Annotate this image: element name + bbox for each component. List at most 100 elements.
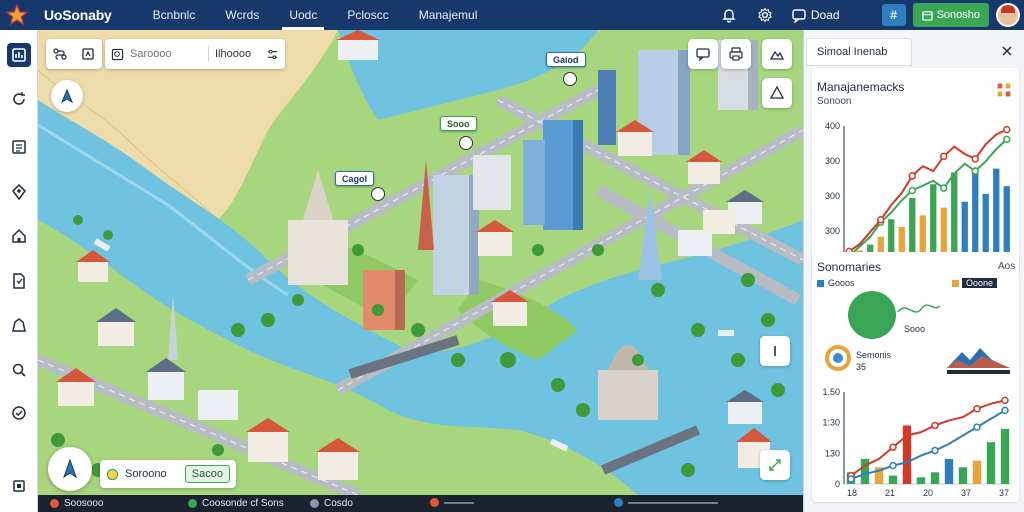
print-button[interactable]	[721, 39, 751, 69]
y-tick-label: 300	[825, 156, 840, 166]
report-icon	[12, 140, 26, 154]
sidebar-item-approvals[interactable]	[7, 401, 31, 425]
line-point	[908, 172, 916, 180]
sidebar-item-documents[interactable]	[7, 269, 31, 293]
sliders-icon[interactable]	[266, 48, 279, 61]
comment-button[interactable]	[688, 39, 718, 69]
document-icon	[13, 273, 25, 289]
refresh-icon	[13, 92, 25, 105]
panel-tab[interactable]: Simoal Inenab	[806, 38, 912, 66]
close-icon[interactable]	[1000, 44, 1014, 58]
search-action-button[interactable]: Sonosho	[912, 3, 989, 27]
map-label-2[interactable]: Sooo	[440, 116, 477, 131]
y-tick-label: 0	[835, 479, 840, 489]
series-line	[850, 399, 1006, 477]
top-bar: UoSonaby Bcnbnlc Wcrds Uodc Pcloscc Mana…	[0, 0, 1024, 30]
summaries-chart: 1.50 1:30 130 0 18 21 20 37 37	[822, 387, 1012, 498]
status-item-2[interactable]: Coosonde cf Sons	[188, 498, 284, 509]
document-menu[interactable]: Doad	[791, 7, 840, 23]
left-sidebar	[0, 30, 38, 512]
city-map[interactable]: Ilhoooo Gaiod Sooo Cagol Soroono Sacoo	[38, 30, 803, 495]
terrain-button[interactable]	[762, 39, 792, 69]
line-point	[931, 446, 939, 455]
sidebar-item-dashboard[interactable]	[7, 43, 31, 67]
mountain-icon	[769, 50, 785, 60]
layers-tool-button[interactable]	[74, 39, 102, 69]
y-tick-label: 300	[825, 191, 840, 201]
home-icon	[12, 228, 26, 243]
sidebar-item-buildings[interactable]	[7, 313, 31, 337]
compass-button[interactable]	[48, 447, 92, 491]
vertical-bar-icon	[774, 346, 776, 356]
line-point	[877, 215, 885, 224]
route-tool-button[interactable]	[46, 39, 74, 69]
x-tick-label: 37	[999, 488, 1009, 498]
sidebar-item-reports[interactable]	[7, 135, 31, 159]
management-chart: 4003003003003004321373912	[825, 121, 1012, 280]
nav-item-2[interactable]: Wcrds	[210, 0, 274, 30]
check-circle-icon	[12, 406, 26, 420]
status-progress-2	[614, 498, 718, 507]
line-point	[940, 152, 948, 161]
status-label-3: Cosdo	[324, 498, 353, 509]
x-tick-label: 20	[923, 488, 933, 498]
bar	[958, 467, 968, 484]
line-point	[1003, 125, 1011, 134]
navigation-arrow-icon	[60, 88, 74, 104]
main-nav: Bcnbnlc Wcrds Uodc Pcloscc Manajemul	[138, 0, 493, 30]
hazard-button[interactable]	[762, 78, 792, 108]
map-canvas[interactable]	[38, 30, 803, 495]
sidebar-item-location[interactable]	[7, 180, 31, 204]
search-action-label: Sonosho	[936, 9, 980, 21]
search-icon	[111, 48, 124, 60]
bar	[944, 458, 954, 484]
map-label-3[interactable]: Cagol	[335, 171, 375, 186]
status-item-3[interactable]: Cosdo	[310, 498, 353, 509]
map-pin-3[interactable]	[371, 187, 385, 201]
status-dot-4	[430, 498, 439, 507]
calendar-icon	[921, 10, 933, 21]
route-icon	[53, 48, 67, 60]
line-point	[889, 461, 897, 470]
document-menu-label: Doad	[810, 8, 840, 22]
map-label-1[interactable]: Gaiod	[546, 52, 586, 67]
status-track-1	[444, 501, 474, 504]
status-track-2	[628, 501, 718, 504]
brand-name: UoSonaby	[44, 7, 112, 23]
sidebar-item-home[interactable]	[7, 224, 31, 248]
map-pin-1[interactable]	[563, 72, 577, 86]
nav-item-5[interactable]: Manajemul	[404, 0, 493, 30]
y-tick-label: 130	[825, 448, 840, 458]
sidebar-item-search[interactable]	[7, 358, 31, 382]
status-dot-5	[614, 498, 623, 507]
logo-icon	[0, 0, 34, 30]
printer-icon	[729, 47, 743, 61]
search-input[interactable]	[130, 48, 202, 60]
x-tick-label: 21	[885, 488, 895, 498]
map-legend: Soroono Sacoo	[100, 460, 236, 488]
map-pin-2[interactable]	[459, 136, 473, 150]
hash-button[interactable]: #	[881, 4, 906, 26]
search-icon	[12, 363, 26, 377]
status-item-1[interactable]: Soosooo	[50, 498, 103, 509]
filter-dropdown[interactable]: Ilhoooo	[215, 48, 260, 60]
nav-item-4[interactable]: Pcloscc	[332, 0, 403, 30]
sidebar-item-settings[interactable]	[7, 474, 31, 498]
line-point	[1001, 406, 1009, 415]
line-point	[847, 475, 855, 483]
navigate-button[interactable]	[51, 80, 83, 112]
location-icon	[12, 183, 26, 201]
y-tick-label: 1.50	[822, 387, 840, 397]
user-avatar[interactable]	[996, 3, 1020, 27]
status-dot-3	[310, 499, 319, 508]
zoom-slider-button[interactable]	[760, 336, 790, 366]
settings-icon[interactable]	[753, 3, 777, 27]
status-dot-2	[188, 499, 197, 508]
bell-icon[interactable]	[717, 3, 741, 27]
sidebar-item-refresh[interactable]	[7, 87, 31, 111]
expand-button[interactable]	[760, 450, 790, 480]
bar	[972, 460, 982, 484]
nav-item-1[interactable]: Bcnbnlc	[138, 0, 211, 30]
status-label-2: Coosonde cf Sons	[202, 498, 284, 509]
nav-item-3[interactable]: Uodc	[274, 0, 332, 30]
